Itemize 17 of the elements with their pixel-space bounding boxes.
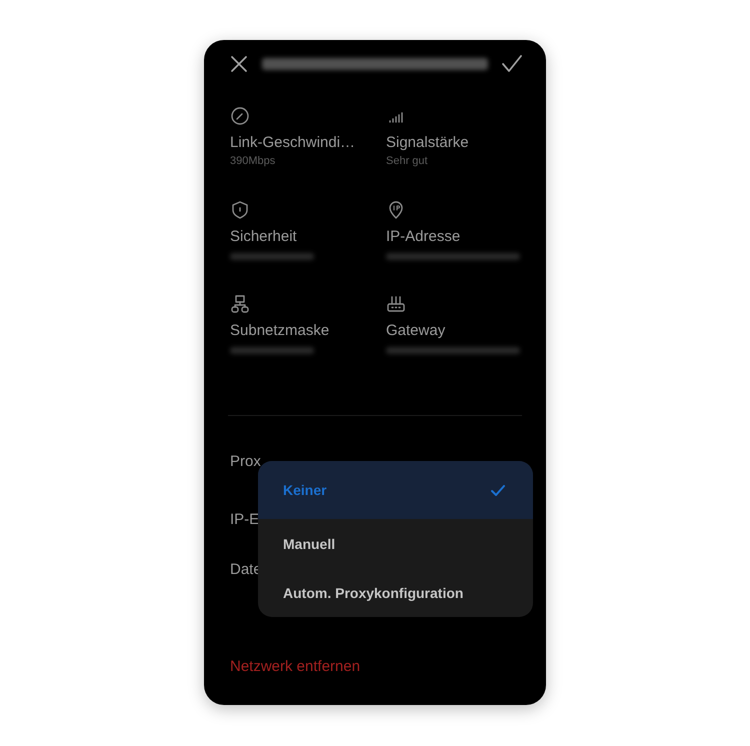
detail-label: Link-Geschwindi… (230, 134, 356, 151)
close-icon[interactable] (230, 55, 248, 73)
check-icon (491, 484, 505, 496)
detail-label: Sicherheit (230, 228, 297, 245)
detail-value: 390Mbps (230, 155, 276, 167)
menu-item[interactable]: Manuell (258, 519, 533, 568)
check-icon[interactable] (502, 55, 522, 73)
router-icon (386, 294, 406, 314)
menu-item[interactable]: Autom. Proxykonfiguration (258, 568, 533, 617)
detail-label: Subnetzmaske (230, 322, 330, 339)
detail-label: Gateway (386, 322, 446, 339)
detail-label: Signalstärke (386, 134, 469, 151)
network-icon (230, 294, 250, 314)
shield-icon (230, 200, 250, 220)
detail-value: Sehr gut (386, 155, 428, 167)
gauge-icon (230, 106, 250, 126)
detail-label: IP-Adresse (386, 228, 460, 245)
